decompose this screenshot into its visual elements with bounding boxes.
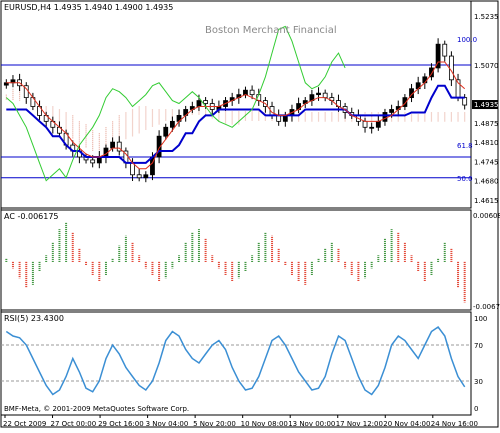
current-price-label: 1.4935 <box>474 101 499 109</box>
time-tick-label: 5 Nov 20:00 <box>193 420 236 428</box>
time-tick-label: 13 Nov 00:00 <box>288 420 335 428</box>
candle-body <box>369 126 375 129</box>
candle-body <box>169 120 175 128</box>
price-tick-label: 1.4615 <box>474 197 499 205</box>
candle-body <box>249 89 255 96</box>
time-tick-label: 29 Oct 16:00 <box>98 420 144 428</box>
candle-body <box>389 109 395 113</box>
rsi-tick-label: 0 <box>474 405 478 413</box>
symbol-label: EURUSD,H4 1.4935 1.4940 1.4900 1.4935 <box>4 3 173 12</box>
rsi-tick-label: 30 <box>474 378 483 386</box>
time-tick-label: 10 Nov 08:00 <box>241 420 288 428</box>
ac-panel <box>0 209 472 311</box>
rsi-chart <box>1 325 471 396</box>
time-tick-label: 17 Nov 12:00 <box>336 420 383 428</box>
time-tick-label: 22 Oct 2009 <box>3 420 46 428</box>
indicator-lines <box>5 25 466 182</box>
time-tick-label: 20 Nov 04:00 <box>383 420 430 428</box>
candle-body <box>322 92 328 99</box>
candle-body <box>163 126 169 137</box>
chart-title: Boston Merchant Financial <box>205 25 337 36</box>
price-tick-label: 1.4875 <box>474 120 499 128</box>
price-tick-label: 1.4745 <box>474 158 499 166</box>
indicator-line <box>5 25 346 182</box>
rsi-line <box>5 325 466 396</box>
candle-body <box>442 43 448 57</box>
ichimoku-cloud <box>5 85 466 152</box>
ac-histogram <box>5 222 466 303</box>
candle-body <box>382 112 388 122</box>
rsi-tick-label: 70 <box>474 342 483 350</box>
candle-body <box>110 141 116 149</box>
rsi-label: RSI(5) 23.4300 <box>4 314 64 323</box>
time-tick-label: 3 Nov 04:00 <box>146 420 189 428</box>
candle-body <box>136 174 142 179</box>
time-tick-label: 24 Nov 16:00 <box>431 420 478 428</box>
candle-body <box>243 89 248 96</box>
fib-label-50: 50.0 <box>457 175 473 183</box>
candle-body <box>362 120 368 128</box>
candle-body <box>462 97 468 106</box>
ac-label: AC -0.006175 <box>4 212 59 221</box>
ac-axis-bottom: -0.00675 <box>473 303 500 311</box>
price-tick-label: 1.5070 <box>474 62 499 70</box>
candle-body <box>375 120 381 128</box>
price-tick-label: 1.4810 <box>474 139 499 147</box>
candle-body <box>90 159 96 164</box>
fibonacci-levels <box>1 64 471 179</box>
copyright-footer: BMF-Meta, © 2001-2009 MetaQuotes Softwar… <box>4 405 189 413</box>
chart-window: 1.5235 1.5070 1.4935 1.4875 1.4810 1.4745 1.46… <box>0 0 500 429</box>
price-tick-label: 1.4680 <box>474 178 499 186</box>
candle-body <box>203 100 209 104</box>
candle-body <box>448 55 454 81</box>
candle-body <box>422 76 428 84</box>
time-tick-label: 27 Oct 00:00 <box>51 420 97 428</box>
fib-label-61: 61.8 <box>457 142 473 150</box>
candle-body <box>316 92 321 96</box>
chart-svg: 1.5235 1.5070 1.4935 1.4875 1.4810 1.4745 1.46… <box>0 0 500 428</box>
axes: 1.5235 1.5070 1.4935 1.4875 1.4810 1.4745 1.46… <box>3 13 499 428</box>
candle-body <box>143 174 149 179</box>
fib-label-100: 100.0 <box>457 36 477 44</box>
rsi-tick-label: 100 <box>474 315 487 323</box>
candle-body <box>196 100 202 107</box>
ac-axis-top: 0.006087 <box>473 212 500 220</box>
price-tick-label: 1.5235 <box>474 13 499 21</box>
